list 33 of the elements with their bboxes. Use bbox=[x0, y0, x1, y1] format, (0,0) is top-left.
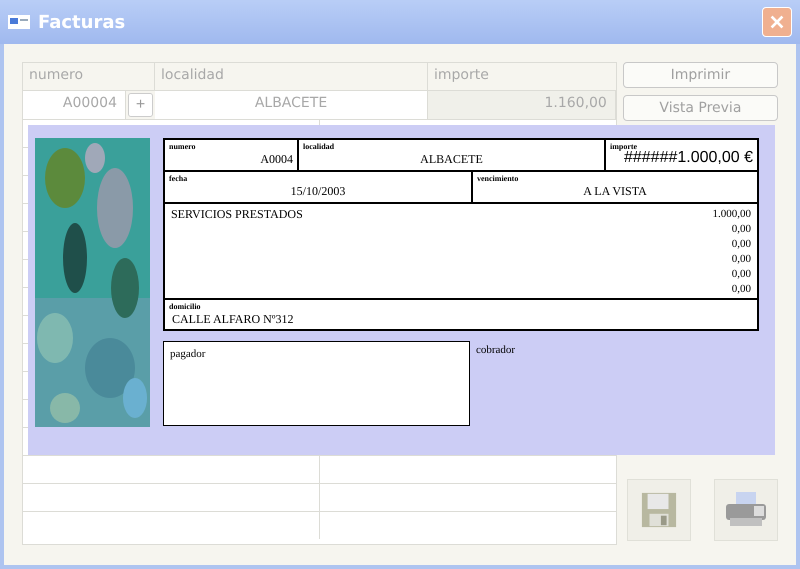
field-label: numero bbox=[169, 142, 197, 151]
line-amount: 0,00 bbox=[732, 222, 751, 237]
print-button[interactable] bbox=[714, 479, 778, 541]
line-amount: 0,00 bbox=[732, 282, 751, 297]
line-amount: 0,00 bbox=[732, 237, 751, 252]
field-value: CALLE ALFARO Nº312 bbox=[171, 311, 294, 327]
line-amount: 1.000,00 bbox=[712, 207, 751, 222]
line-description: SERVICIOS PRESTADOS bbox=[171, 207, 303, 223]
field-value: A LA VISTA bbox=[582, 183, 648, 199]
field-label: domicilio bbox=[169, 302, 202, 311]
action-button[interactable]: Imprimir bbox=[622, 62, 778, 88]
collector-label: cobrador bbox=[476, 344, 516, 358]
line-amount: 0,00 bbox=[732, 267, 751, 282]
line-amount: 0,00 bbox=[732, 252, 751, 267]
field-label: vencimiento bbox=[477, 174, 520, 183]
save-button[interactable] bbox=[626, 479, 691, 541]
close-button[interactable] bbox=[762, 7, 792, 37]
payer-box: pagador bbox=[163, 341, 470, 426]
close-icon bbox=[768, 13, 786, 31]
field-value: 15/10/2003 bbox=[290, 183, 346, 199]
window-icon bbox=[8, 15, 30, 29]
window-title: Facturas bbox=[38, 12, 126, 32]
add-button[interactable]: + bbox=[128, 93, 153, 117]
importe-field: 1.160,00 bbox=[428, 91, 616, 119]
field-label: importe bbox=[610, 142, 638, 151]
field-value: ALBACETE bbox=[419, 151, 484, 167]
numero-field[interactable]: A00004 bbox=[23, 91, 126, 119]
action-button[interactable]: Vista Previa bbox=[622, 95, 778, 121]
field-label: fecha bbox=[169, 174, 188, 183]
field-label: localidad bbox=[303, 142, 336, 151]
field-value: A0004 bbox=[259, 151, 293, 167]
field-value: ######1.000,00 € bbox=[624, 149, 753, 167]
localidad-field[interactable]: ALBACETE bbox=[155, 91, 428, 119]
